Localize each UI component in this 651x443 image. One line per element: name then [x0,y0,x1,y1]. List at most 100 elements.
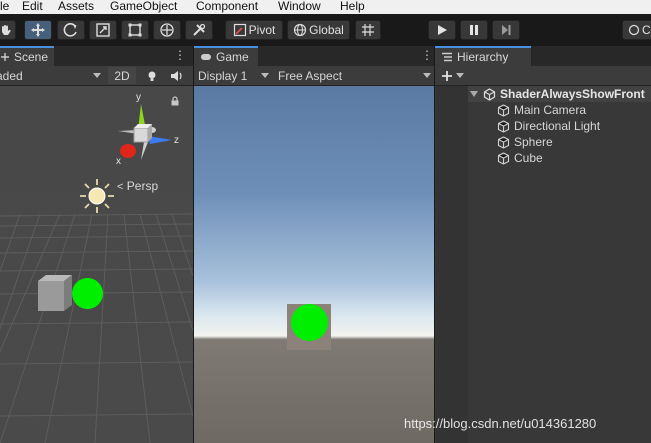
hand-tool-button[interactable] [0,20,16,40]
scale-icon [96,23,110,37]
unity-scene-icon [483,87,496,101]
transform-gizmo-icon [160,23,174,37]
panel-divider-right[interactable] [434,46,435,443]
hierarchy-toolbar [435,66,651,86]
collab-button[interactable]: C [622,20,651,40]
gameobject-icon [497,119,510,133]
display-value: Display 1 [198,68,248,83]
shading-mode-dropdown[interactable]: aded [0,66,104,85]
cloud-icon [628,24,640,36]
rect-transform-icon [128,23,142,37]
grid-snap-button[interactable] [355,20,381,40]
cube-shape [38,275,72,311]
watermark-text: https://blog.csdn.net/u014361280 [404,416,597,431]
globe-icon [294,23,307,37]
rect-tool-button[interactable] [121,20,149,40]
scale-tool-button[interactable] [89,20,117,40]
main-toolbar: Pivot Global C [0,14,651,46]
lock-icon[interactable] [170,96,180,106]
aspect-dropdown[interactable]: Free Aspect [274,66,434,85]
grid-snap-icon [362,24,374,36]
tab-scene[interactable]: Scene [0,46,54,66]
gizmo-x-label: x [116,156,121,167]
sun-icon[interactable] [77,176,117,216]
gameobject-icon [497,151,510,165]
menu-assets[interactable]: Assets [58,0,94,12]
global-label: Global [309,23,344,37]
gameobject-icon [497,135,510,149]
chevron-down-icon [423,73,431,78]
scene-name: ShaderAlwaysShowFront [500,87,645,101]
gamepad-icon [201,54,211,60]
scene-viewport[interactable]: y x z < Persp [0,86,193,443]
chevron-left-icon: < [117,181,124,193]
menu-file[interactable]: le [0,0,9,12]
game-menu-icon[interactable]: ⋮ [421,48,433,62]
game-toolbar: Display 1 Free Aspect [194,66,434,86]
menu-bar: le Edit Assets GameObject Component Wind… [0,0,651,14]
pivot-label: Pivot [248,23,276,37]
chevron-down-icon[interactable] [470,91,478,97]
menu-edit[interactable]: Edit [22,0,43,12]
move-arrows-icon [31,23,45,37]
hierarchy-scene-row[interactable]: ShaderAlwaysShowFront [436,86,651,102]
lightbulb-icon [148,71,156,81]
step-button[interactable] [492,20,520,40]
hierarchy-item[interactable]: Cube [436,150,651,166]
tab-game[interactable]: Game [194,46,258,66]
game-sphere [291,304,328,341]
hierarchy-item[interactable]: Sphere [436,134,651,150]
pause-button[interactable] [460,20,488,40]
custom-tool-button[interactable] [185,20,213,40]
hierarchy-item-label: Main Camera [514,103,587,117]
move-tool-button[interactable] [24,20,52,40]
chevron-down-icon [261,73,269,78]
display-dropdown[interactable]: Display 1 [194,66,272,85]
hierarchy-item[interactable]: Main Camera [436,102,651,118]
hierarchy-tab-label: Hierarchy [457,50,509,64]
projection-toggle[interactable]: < Persp [117,179,158,193]
scene-icon [1,53,9,61]
pause-icon [470,25,478,35]
scene-tab-bar: Scene ⋮ [0,46,193,66]
audio-toggle[interactable] [168,66,188,85]
shading-mode-value: aded [0,68,23,83]
game-tab-label: Game [216,50,249,64]
gameobject-icon [497,103,510,117]
tab-hierarchy[interactable]: Hierarchy [435,46,531,66]
step-icon [502,25,511,35]
scene-sphere[interactable] [72,278,103,309]
hierarchy-gutter [436,86,468,443]
global-toggle[interactable]: Global [287,20,350,40]
plus-icon [442,70,452,81]
hierarchy-item-label: Cube [514,151,543,165]
hierarchy-icon [442,52,452,62]
chevron-down-icon [93,73,101,78]
speaker-icon [171,70,182,81]
menu-window[interactable]: Window [278,0,321,12]
pivot-toggle[interactable]: Pivot [225,20,283,40]
scene-menu-icon[interactable]: ⋮ [174,48,186,62]
hierarchy-item-label: Sphere [514,135,553,149]
menu-help[interactable]: Help [340,0,365,12]
game-viewport[interactable] [194,86,434,443]
hand-icon [2,25,11,35]
rotate-tool-button[interactable] [57,20,85,40]
create-dropdown[interactable] [439,66,469,85]
lighting-toggle[interactable] [144,66,160,85]
2d-toggle[interactable]: 2D [108,67,136,84]
game-tab-bar: Game ⋮ [194,46,434,66]
chevron-down-icon [456,73,464,78]
rotate-icon [63,23,77,37]
transform-tool-button[interactable] [153,20,181,40]
play-icon [438,25,447,35]
scene-toolbar: aded 2D [0,66,193,86]
menu-component[interactable]: Component [196,0,258,12]
gizmo-z-label: z [174,135,179,146]
pivot-icon [233,23,246,37]
hierarchy-item[interactable]: Directional Light [436,118,651,134]
scene-cube[interactable] [37,274,72,311]
play-button[interactable] [428,20,456,40]
menu-gameobject[interactable]: GameObject [110,0,177,12]
aspect-value: Free Aspect [278,68,343,83]
